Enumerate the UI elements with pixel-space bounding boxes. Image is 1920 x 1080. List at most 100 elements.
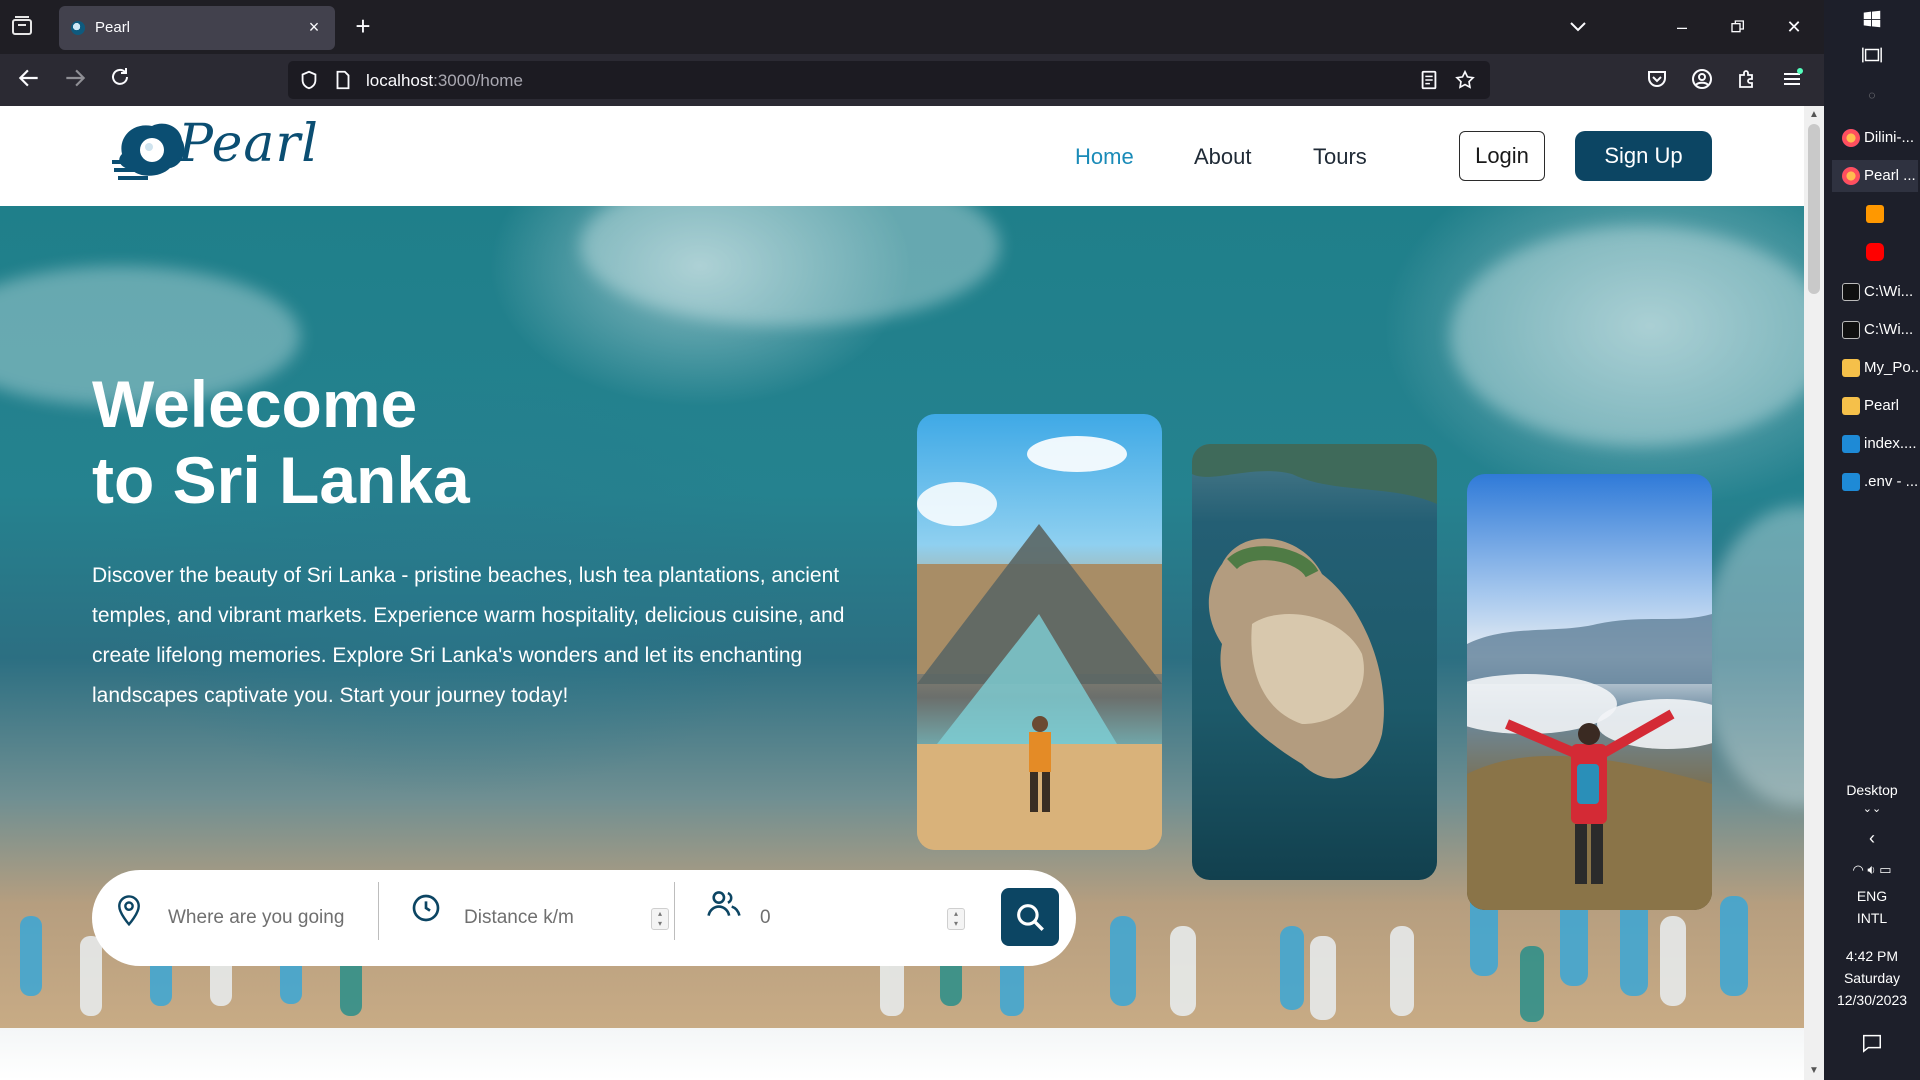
wifi-icon[interactable]: ◠: [1852, 862, 1863, 877]
double-chevron-down-icon[interactable]: ⌄⌄: [1824, 802, 1920, 815]
taskbar-item-cmd-2[interactable]: C:\Wi...: [1832, 314, 1918, 346]
search-divider: [674, 882, 675, 940]
taskbar-label: C:\Wi...: [1864, 321, 1914, 338]
menu-icon[interactable]: [1780, 67, 1806, 93]
windows-start-icon[interactable]: [1824, 8, 1920, 36]
language-intl[interactable]: INTL: [1824, 910, 1920, 926]
nav-home[interactable]: Home: [1075, 144, 1134, 170]
taskbar-item-folder-pearl[interactable]: Pearl: [1832, 390, 1918, 422]
url-text[interactable]: localhost:3000/home: [366, 71, 523, 91]
restore-icon[interactable]: [1718, 12, 1758, 42]
clock-day[interactable]: Saturday: [1824, 970, 1920, 986]
scroll-up-icon[interactable]: ▲: [1808, 109, 1820, 121]
surf-foam: [1450, 226, 1804, 446]
louvre-image-card[interactable]: [917, 414, 1162, 850]
scroll-down-icon[interactable]: ▼: [1808, 1065, 1820, 1077]
signup-button[interactable]: Sign Up: [1575, 131, 1712, 181]
youtube-icon: [1866, 243, 1884, 261]
distance-stepper[interactable]: ▴ ▾: [651, 908, 669, 930]
taskbar-label: Pearl ...: [1864, 167, 1916, 184]
scrollbar-thumb[interactable]: [1808, 124, 1820, 294]
taskbar-item-vscode-index[interactable]: index....: [1832, 428, 1918, 460]
surf-foam: [580, 206, 1000, 326]
notifications-icon[interactable]: [1824, 1032, 1920, 1057]
taskbar-item-vscode-env[interactable]: .env - ...: [1832, 466, 1918, 498]
shield-icon[interactable]: [298, 69, 320, 91]
url-bar[interactable]: localhost:3000/home: [288, 61, 1490, 99]
hero-description: Discover the beauty of Sri Lanka - prist…: [92, 564, 845, 707]
task-view-icon[interactable]: [1824, 44, 1920, 72]
people-input[interactable]: [760, 904, 930, 932]
nav-about[interactable]: About: [1194, 144, 1252, 170]
browser-tab-bar: Pearl × + – ✕: [0, 0, 1824, 54]
chevron-down-icon[interactable]: [1566, 14, 1594, 42]
mountain-hiker-image-card[interactable]: [1467, 474, 1712, 910]
cortana-icon[interactable]: ◌: [1824, 88, 1920, 116]
reload-icon[interactable]: [108, 65, 138, 95]
search-bar: ▴▾ ▴▾: [92, 870, 1076, 966]
reader-view-icon[interactable]: [1418, 69, 1440, 91]
firefox-icon: [1842, 129, 1860, 147]
brand-name[interactable]: Pearl: [178, 114, 319, 174]
taskbar-item-firefox-dilini[interactable]: Dilini-...: [1832, 122, 1918, 154]
folder-icon: [1842, 359, 1860, 377]
login-button[interactable]: Login: [1459, 131, 1545, 181]
account-icon[interactable]: [1690, 67, 1716, 93]
language-eng[interactable]: ENG: [1824, 888, 1920, 904]
chevron-left-icon[interactable]: ‹: [1824, 828, 1920, 849]
island-fort-image-card[interactable]: [1192, 444, 1437, 880]
browser-nav-bar: localhost:3000/home: [0, 54, 1824, 106]
screen: Pearl × + – ✕ localhost:3000/home Pearl …: [0, 0, 1920, 1080]
taskbar-item-youtube[interactable]: [1832, 236, 1918, 268]
hero-title-line1: Welecome: [92, 367, 418, 441]
cmd-icon: [1842, 321, 1860, 339]
people-stepper[interactable]: ▴ ▾: [947, 908, 965, 930]
search-divider: [378, 882, 379, 940]
list-all-tabs-icon[interactable]: [10, 14, 40, 42]
bookmark-star-icon[interactable]: [1454, 69, 1476, 91]
forward-arrow-icon[interactable]: [62, 65, 92, 95]
taskbar-label: index....: [1864, 435, 1917, 452]
hero-title: Welecome to Sri Lanka: [92, 366, 470, 518]
back-arrow-icon[interactable]: [16, 65, 46, 95]
sublime-icon: [1866, 205, 1884, 223]
clock-time[interactable]: 4:42 PM: [1824, 948, 1920, 964]
mountain-hiker-image: [1467, 614, 1712, 910]
nav-tours[interactable]: Tours: [1313, 144, 1367, 170]
battery-icon[interactable]: ▭: [1879, 862, 1891, 877]
system-tray-icons[interactable]: ◠ 🔉︎ ▭: [1824, 862, 1920, 878]
page-scrollbar[interactable]: ▲ ▼: [1804, 106, 1824, 1080]
distance-input[interactable]: [464, 904, 634, 932]
island-fort-image: [1192, 444, 1437, 779]
location-pin-icon: [114, 894, 146, 930]
page-info-icon[interactable]: [332, 69, 354, 91]
url-host: localhost: [366, 71, 434, 90]
hero-section: Welecome to Sri Lanka Discover the beaut…: [0, 206, 1804, 1028]
search-icon: [1017, 904, 1044, 931]
page-viewport: Pearl Home About Tours Login Sign Up Wel…: [0, 106, 1804, 1080]
desktop-toolbar-label[interactable]: Desktop: [1824, 782, 1920, 798]
search-button[interactable]: [1001, 888, 1059, 946]
close-tab-icon[interactable]: ×: [303, 16, 325, 38]
hero-title-line2: to Sri Lanka: [92, 443, 470, 517]
taskbar-item-cmd-1[interactable]: C:\Wi...: [1832, 276, 1918, 308]
taskbar-item-folder-my-po[interactable]: My_Po...: [1832, 352, 1920, 384]
folder-icon: [1842, 397, 1860, 415]
tab-title: Pearl: [95, 19, 131, 36]
taskbar-label: .env - ...: [1864, 473, 1919, 490]
cmd-icon: [1842, 283, 1860, 301]
taskbar-item-firefox-pearl[interactable]: Pearl ...: [1832, 160, 1918, 192]
new-tab-icon[interactable]: +: [348, 12, 378, 42]
location-input[interactable]: [168, 904, 348, 932]
url-path: :3000/home: [433, 71, 523, 90]
minimize-icon[interactable]: –: [1662, 12, 1702, 42]
taskbar-item-sublime[interactable]: [1832, 198, 1918, 230]
close-window-icon[interactable]: ✕: [1774, 12, 1814, 42]
volume-icon[interactable]: 🔉︎: [1867, 862, 1875, 877]
firefox-icon: [1842, 167, 1860, 185]
extensions-icon[interactable]: [1735, 67, 1761, 93]
tab-pearl[interactable]: Pearl ×: [59, 6, 335, 50]
clock-date[interactable]: 12/30/2023: [1824, 992, 1920, 1008]
taskbar-label: Pearl: [1864, 397, 1900, 414]
pocket-icon[interactable]: [1645, 67, 1671, 93]
